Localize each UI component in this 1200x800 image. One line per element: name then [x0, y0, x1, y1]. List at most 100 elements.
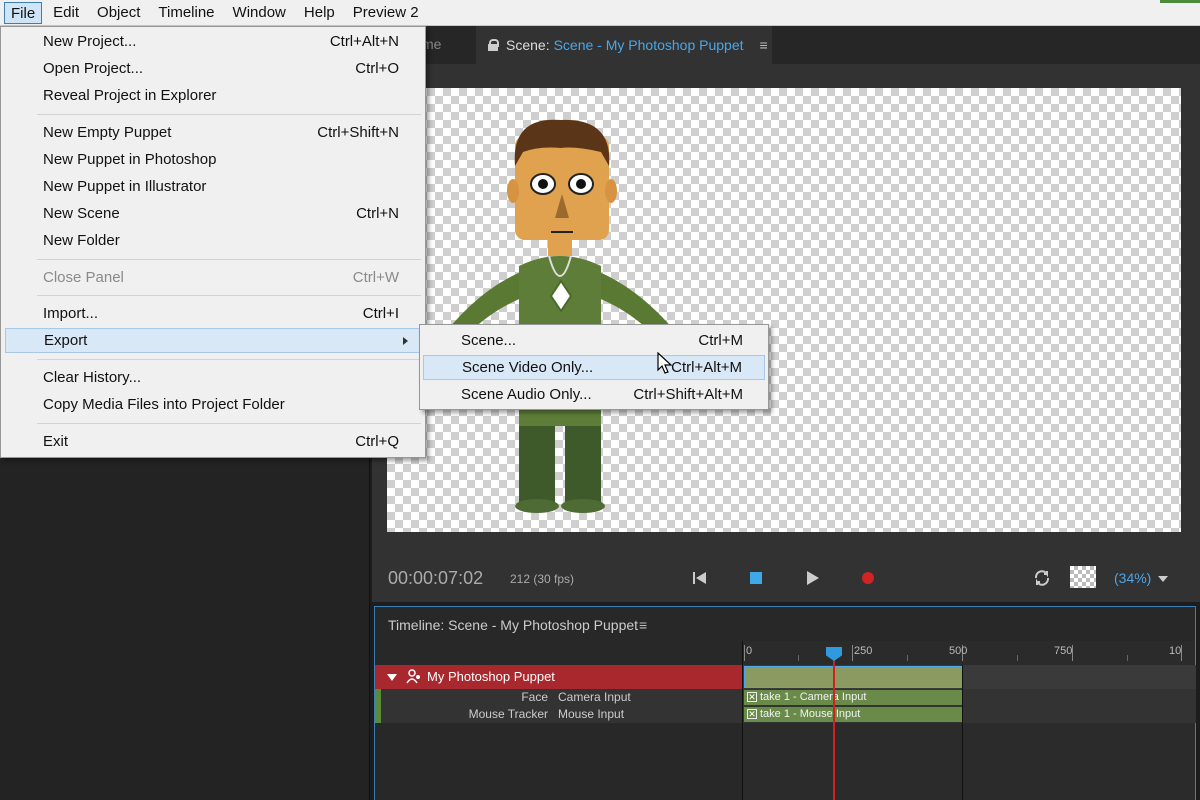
menu-item-new-puppet-photoshop[interactable]: New Puppet in Photoshop [5, 147, 421, 172]
puppet-right-pupil [576, 179, 586, 189]
menu-item-new-empty-puppet[interactable]: New Empty Puppet Ctrl+Shift+N [5, 120, 421, 145]
menu-item-label: Exit [43, 433, 69, 450]
menu-item-reveal-project[interactable]: Reveal Project in Explorer [5, 83, 421, 108]
menu-item-shortcut: Ctrl+W [352, 269, 399, 286]
menu-edit[interactable]: Edit [44, 2, 88, 24]
track-name: My Photoshop Puppet [427, 669, 555, 684]
scene-end-line [962, 665, 963, 800]
tab-menu-icon[interactable]: ≡ [760, 37, 768, 53]
menu-item-open-project[interactable]: Open Project... Ctrl+O [5, 56, 421, 81]
file-menu-dropdown: New Project... Ctrl+Alt+N Open Project...… [0, 26, 426, 458]
tab-scene[interactable]: Scene: Scene - My Photoshop Puppet ≡ [476, 26, 772, 64]
puppet-icon [406, 669, 420, 684]
menu-item-export[interactable]: Export [5, 328, 421, 353]
menu-separator [37, 114, 421, 115]
ruler-label: 500 [949, 645, 968, 657]
track-header-puppet[interactable]: My Photoshop Puppet [375, 665, 742, 689]
menu-item-label: New Puppet in Photoshop [43, 151, 217, 168]
menu-separator [37, 259, 421, 260]
timeline-title: Timeline: Scene - My Photoshop Puppet [388, 617, 639, 633]
loop-icon[interactable] [1032, 568, 1052, 588]
behavior-input: Camera Input [558, 690, 631, 704]
timeline-menu-icon[interactable]: ≡ [639, 617, 647, 633]
menu-item-shortcut: Ctrl+Alt+N [329, 33, 399, 50]
take-clip-mouse[interactable]: ✕ take 1 - Mouse Input [744, 707, 963, 722]
menu-item-label: Scene... [461, 332, 517, 349]
menu-item-clear-history[interactable]: Clear History... [5, 365, 421, 390]
menu-item-label: Reveal Project in Explorer [43, 87, 217, 104]
submenu-arrow-icon [403, 337, 408, 345]
ruler-label: 250 [854, 645, 873, 657]
menu-item-new-puppet-illustrator[interactable]: New Puppet in Illustrator [5, 174, 421, 199]
track-clip-row [743, 665, 1196, 689]
menu-item-import[interactable]: Import... Ctrl+I [5, 301, 421, 326]
menu-item-close-panel: Close Panel Ctrl+W [5, 265, 421, 290]
menu-preview[interactable]: Preview 2 [344, 2, 428, 24]
track-color-bar [375, 689, 381, 706]
zoom-chevron-down-icon[interactable] [1156, 572, 1170, 586]
track-color-bar [375, 706, 381, 723]
menu-item-label: Clear History... [43, 369, 142, 386]
menu-window[interactable]: Window [224, 2, 295, 24]
scene-stage[interactable] [387, 88, 1181, 532]
zoom-level[interactable]: (34%) [1114, 570, 1151, 586]
menu-object[interactable]: Object [88, 2, 149, 24]
expand-triangle-icon[interactable] [387, 674, 397, 681]
menu-item-label: Scene Audio Only... [461, 386, 592, 403]
menu-item-new-project[interactable]: New Project... Ctrl+Alt+N [5, 29, 421, 54]
menu-item-exit[interactable]: Exit Ctrl+Q [5, 429, 421, 454]
menu-item-export-audio-only[interactable]: Scene Audio Only... Ctrl+Shift+Alt+M [423, 382, 765, 407]
menu-item-shortcut: Ctrl+I [362, 305, 399, 322]
menu-item-label: Copy Media Files into Project Folder [43, 396, 285, 413]
take-clip-camera[interactable]: ✕ take 1 - Camera Input [744, 690, 963, 705]
menu-item-new-folder[interactable]: New Folder [5, 228, 421, 253]
ruler-label: 750 [1054, 645, 1073, 657]
menu-item-shortcut: Ctrl+Alt+M [671, 359, 742, 376]
window-accent-bar [1160, 0, 1200, 3]
go-to-start-icon[interactable] [690, 568, 710, 588]
menu-item-export-scene[interactable]: Scene... Ctrl+M [423, 328, 765, 353]
menu-separator [37, 295, 421, 296]
mute-take-icon[interactable]: ✕ [747, 709, 757, 719]
ruler-label: 10 [1169, 645, 1182, 657]
menu-item-shortcut: Ctrl+Q [355, 433, 399, 450]
playhead-handle[interactable] [826, 647, 842, 661]
transparency-grid-toggle-icon[interactable] [1070, 566, 1096, 588]
menu-item-shortcut: Ctrl+Shift+Alt+M [633, 386, 743, 403]
menu-item-copy-media[interactable]: Copy Media Files into Project Folder [5, 392, 421, 417]
menu-item-label: Export [44, 332, 88, 349]
menu-item-shortcut: Ctrl+O [355, 60, 399, 77]
puppet-left-pupil [538, 179, 548, 189]
timeline-track-area[interactable]: 0 250 500 750 10 ✕ take 1 - Camera Input [742, 641, 1196, 800]
ruler-tick [744, 645, 745, 661]
ruler-tick [852, 645, 853, 661]
record-icon[interactable] [858, 568, 878, 588]
menu-item-label: New Project... [43, 33, 137, 50]
scene-tab-bar: me Scene: Scene - My Photoshop Puppet ≡ [372, 26, 1200, 64]
puppet-clip[interactable] [744, 666, 963, 688]
menu-help[interactable]: Help [295, 2, 344, 24]
menu-timeline[interactable]: Timeline [149, 2, 223, 24]
transport-bar: 00:00:07:02 212 (30 fps) (34%) [372, 560, 1200, 598]
puppet-character[interactable] [415, 106, 715, 526]
menu-item-label: Import... [43, 305, 99, 322]
menu-file[interactable]: File [4, 1, 43, 24]
timecode-display[interactable]: 00:00:07:02 [388, 568, 483, 589]
tab-scene-label: Scene: [506, 37, 550, 53]
mute-take-icon[interactable]: ✕ [747, 692, 757, 702]
puppet-right-ear [605, 179, 617, 203]
stop-icon[interactable] [746, 568, 766, 588]
track-row-face[interactable]: Face Camera Input [375, 689, 742, 706]
track-row-mouse-tracker[interactable]: Mouse Tracker Mouse Input [375, 706, 742, 723]
menu-item-new-scene[interactable]: New Scene Ctrl+N [5, 201, 421, 226]
menu-bar: File Edit Object Timeline Window Help Pr… [0, 0, 1200, 26]
menu-item-label: Close Panel [43, 269, 124, 286]
play-icon[interactable] [802, 568, 822, 588]
take-label: take 1 - Camera Input [760, 691, 867, 703]
puppet-left-ear [507, 179, 519, 203]
puppet-right-foot [561, 499, 605, 513]
menu-item-export-video-only[interactable]: Scene Video Only... Ctrl+Alt+M [423, 355, 765, 380]
lock-icon[interactable] [488, 39, 499, 51]
menu-item-shortcut: Ctrl+N [356, 205, 399, 222]
behavior-input: Mouse Input [558, 707, 625, 721]
